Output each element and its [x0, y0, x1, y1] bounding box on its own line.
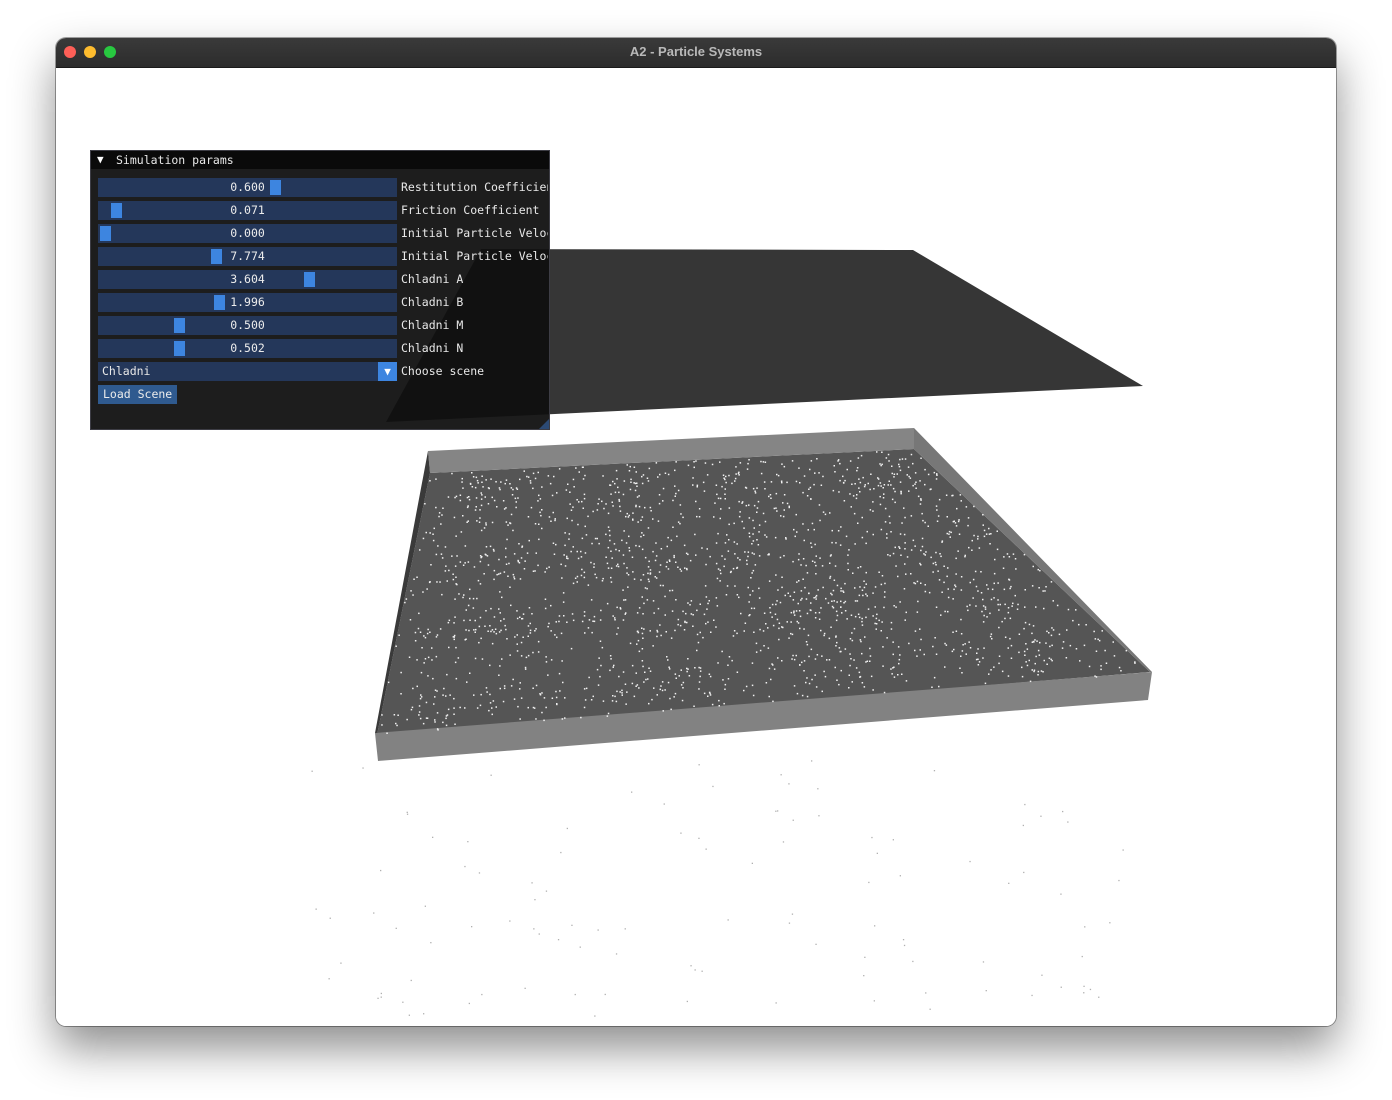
slider-row: 1.996 Chladni B: [98, 293, 548, 312]
initial-velocity-a-slider[interactable]: 0.000: [98, 224, 397, 243]
slider-label: Chladni M: [401, 318, 464, 332]
scene-combo-label: Choose scene: [401, 364, 485, 378]
chladni-b-slider[interactable]: 1.996: [98, 293, 397, 312]
slider-row: 3.604 Chladni A: [98, 270, 548, 289]
render-viewport[interactable]: ▼ Simulation params 0.600 Restitution Coe…: [56, 68, 1336, 1026]
slider-label: Initial Particle Velocity: [401, 226, 548, 240]
window-title: A2 - Particle Systems: [629, 44, 763, 59]
slider-value: 0.000: [230, 226, 265, 240]
slider-value: 3.604: [230, 272, 265, 286]
title-bar: A2 - Particle Systems: [56, 38, 1336, 68]
slider-value: 0.071: [230, 203, 265, 217]
slider-row: 0.600 Restitution Coefficient: [98, 178, 548, 197]
slider-row: 0.502 Chladni N: [98, 339, 548, 358]
chladni-n-slider[interactable]: 0.502: [98, 339, 397, 358]
slider-value: 0.502: [230, 341, 265, 355]
panel-title-bar[interactable]: ▼ Simulation params: [91, 151, 549, 169]
slider-row: 0.000 Initial Particle Velocity: [98, 224, 548, 243]
slider-label: Initial Particle Velocity: [401, 249, 548, 263]
slider-label: Chladni A: [401, 272, 464, 286]
slider-row: 0.071 Friction Coefficient: [98, 201, 548, 220]
slider-value: 1.996: [230, 295, 265, 309]
slider-row: 0.500 Chladni M: [98, 316, 548, 335]
slider-label: Restitution Coefficient: [401, 180, 548, 194]
slider-label: Chladni N: [401, 341, 464, 355]
slider-value: 0.600: [230, 180, 265, 194]
restitution-slider[interactable]: 0.600: [98, 178, 397, 197]
scene-combo-row: Chladni ▼ Choose scene: [98, 362, 548, 381]
dropdown-arrow-icon[interactable]: ▼: [378, 362, 397, 381]
slider-label: Friction Coefficient: [401, 203, 540, 217]
slider-value: 0.500: [230, 318, 265, 332]
slider-value: 7.774: [230, 249, 265, 263]
friction-slider[interactable]: 0.071: [98, 201, 397, 220]
scene-combo-value: Chladni: [102, 364, 151, 378]
simulation-params-panel: ▼ Simulation params 0.600 Restitution Coe…: [90, 150, 550, 430]
scene-combo[interactable]: Chladni ▼: [98, 362, 397, 381]
load-scene-button[interactable]: Load Scene: [98, 385, 178, 404]
slider-row: 7.774 Initial Particle Velocity: [98, 247, 548, 266]
resize-grip[interactable]: [539, 419, 549, 429]
chladni-m-slider[interactable]: 0.500: [98, 316, 397, 335]
initial-velocity-b-slider[interactable]: 7.774: [98, 247, 397, 266]
app-window: A2 - Particle Systems ▼ Simulation param…: [56, 38, 1336, 1026]
slider-label: Chladni B: [401, 295, 464, 309]
collapse-triangle-icon[interactable]: ▼: [97, 153, 104, 166]
panel-title: Simulation params: [116, 153, 234, 167]
chladni-a-slider[interactable]: 3.604: [98, 270, 397, 289]
